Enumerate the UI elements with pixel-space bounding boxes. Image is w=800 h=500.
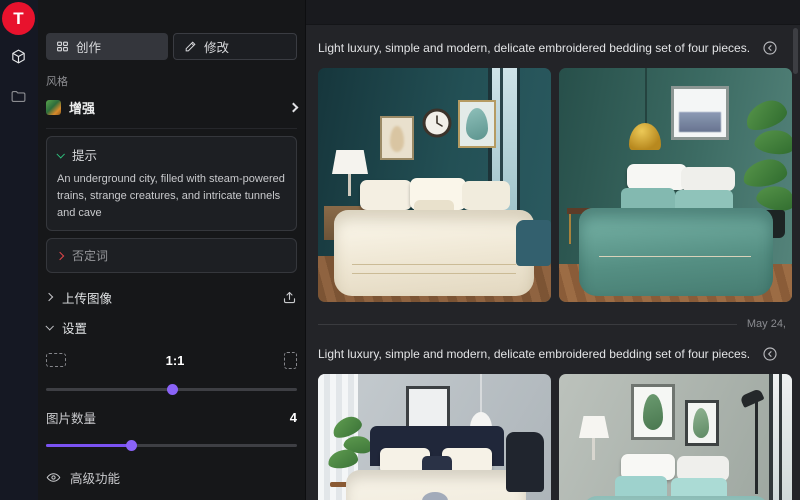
table-leg [569,214,571,244]
generated-image[interactable] [559,374,792,500]
generated-image[interactable] [318,374,551,500]
image-count-slider[interactable] [46,440,297,451]
generation-caption: Light luxury, simple and modern, delicat… [318,38,786,58]
tab-edit-label: 修改 [204,37,229,56]
prompt-input[interactable]: An underground city, filled with steam-p… [57,171,286,222]
chevron-right-icon [289,102,299,112]
pillow [627,164,687,190]
generation-panel: 创作 修改 风格 增强 提示 An underground city, fill… [38,0,306,500]
upload-section: 上传图像 [46,283,297,309]
floor-lamp [755,398,758,494]
grid-icon [56,40,69,53]
duvet [583,496,769,500]
duvet [579,208,773,296]
landscape-icon [46,353,66,367]
chevron-down-icon[interactable] [56,150,64,158]
sidebar-item-files[interactable] [6,86,31,111]
slider-fill [46,444,131,447]
caption-text: Light luxury, simple and modern, delicat… [318,41,750,55]
embroidery-seam [352,264,516,274]
aspect-ratio-slider[interactable] [46,384,297,395]
table-lamp [332,150,368,174]
date-label: May 24, [747,318,786,330]
folder-icon [10,88,27,110]
feather-art [390,126,404,152]
chevron-right-icon[interactable] [56,251,64,259]
upload-label: 上传图像 [62,288,112,307]
style-selector[interactable]: 增强 [46,96,297,118]
tab-create[interactable]: 创作 [46,33,168,60]
reuse-prompt-icon[interactable] [762,40,778,56]
settings-label: 设置 [62,318,87,337]
caption-text: Light luxury, simple and modern, delicat… [318,347,750,361]
settings-section: 设置 1:1 图片数量 4 [46,315,297,487]
aspect-ratio-value: 1:1 [66,353,284,368]
left-rail: T [0,0,38,500]
negative-prompt-card[interactable]: 否定词 [46,238,297,273]
divider-line [318,324,737,325]
table-lamp [579,416,609,438]
image-count-label: 图片数量 [46,408,96,427]
embroidery-seam [599,256,751,266]
chevron-down-icon [45,322,53,330]
generated-image[interactable] [318,68,551,302]
avatar[interactable]: T [2,2,35,35]
edit-icon [184,40,197,53]
style-section-label: 风格 [46,73,297,89]
slider-thumb[interactable] [167,384,178,395]
slider-thumb[interactable] [126,440,137,451]
armchair [516,220,551,266]
abstract-art [679,112,721,132]
prompt-section-label: 提示 [72,145,97,164]
reuse-prompt-icon[interactable] [762,346,778,362]
upload-row[interactable]: 上传图像 [46,285,297,309]
lamp-stem [592,438,595,460]
photo-window-bar [779,374,782,500]
advanced-features-row[interactable]: 高级功能 [46,468,297,487]
top-bar [306,0,800,25]
settings-row[interactable]: 设置 [46,315,297,339]
image-count-value: 4 [290,410,297,425]
app-window: T 创作 [0,0,800,500]
divider [46,128,297,129]
eye-icon [46,470,61,485]
generated-image[interactable] [559,68,792,302]
wall-clock [422,108,452,138]
pendant-cord [480,374,482,414]
cube-icon [10,48,27,70]
advanced-features-label: 高级功能 [70,468,120,487]
chevron-right-icon [45,293,53,301]
date-divider: May 24, [318,316,786,332]
pillow [360,180,412,210]
tab-create-label: 创作 [76,37,101,56]
upload-icon[interactable] [282,290,297,305]
duvet [334,210,534,296]
pillow [462,181,510,210]
style-thumbnail [46,100,61,115]
prompt-card[interactable]: 提示 An underground city, filled with stea… [46,136,297,231]
aspect-ratio-control: 1:1 [46,349,297,371]
generation-caption: Light luxury, simple and modern, delicat… [318,344,786,364]
portrait-icon [284,352,297,369]
sidebar-item-models[interactable] [6,46,31,71]
chair [506,432,544,492]
negative-section-label: 否定词 [72,247,108,264]
pendant-cord [645,68,647,126]
style-value: 增强 [69,98,95,117]
gallery-pane: Light luxury, simple and modern, delicat… [306,0,800,500]
lamp-stem [348,174,351,196]
mode-tabs: 创作 修改 [46,33,297,60]
tab-edit[interactable]: 修改 [173,33,297,60]
pillow [681,167,735,191]
